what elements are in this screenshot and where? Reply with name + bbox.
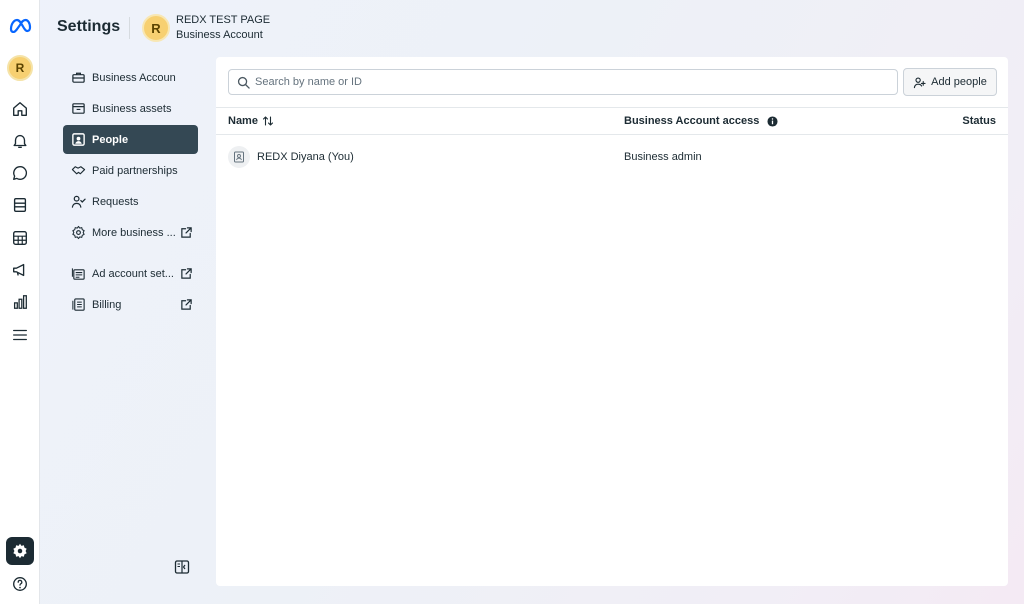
person-access: Business admin (624, 151, 702, 163)
add-people-label: Add people (931, 76, 987, 88)
nav-item-business-account[interactable]: Business Accoun (63, 63, 198, 92)
search-box[interactable] (228, 69, 898, 95)
table-header: Name Business Account access Status (216, 107, 1008, 135)
person-avatar (228, 146, 250, 168)
external-link-icon (181, 268, 192, 279)
account-avatar[interactable]: R (6, 54, 34, 82)
person-name: REDX Diyana (You) (257, 151, 354, 163)
sort-icon (262, 116, 274, 126)
column-header-name[interactable]: Name (228, 115, 274, 127)
external-link-icon (181, 299, 192, 310)
nav-item-ad-account-settings[interactable]: Ad account set... (63, 259, 198, 288)
nav-item-label: People (92, 133, 129, 146)
external-link-icon (181, 227, 192, 238)
home-icon[interactable] (6, 95, 34, 123)
handshake-icon (70, 163, 86, 179)
people-panel: Add people Name Business Account access … (216, 57, 1008, 586)
pages-icon[interactable] (6, 191, 34, 219)
billing-icon (70, 297, 86, 313)
nav-item-label: Ad account set... (92, 267, 174, 280)
page-title: Settings (57, 18, 121, 35)
business-account-name[interactable]: REDX TEST PAGE (176, 14, 270, 26)
business-avatar[interactable]: R (142, 14, 170, 42)
gear-icon (70, 225, 86, 241)
left-rail: R (0, 0, 40, 604)
table-row[interactable]: REDX Diyana (You) Business admin (216, 145, 1008, 171)
column-header-access: Business Account access (624, 115, 778, 127)
business-account-type: Business Account (176, 29, 263, 41)
nav-item-label: Business Accoun (92, 71, 176, 84)
collapse-sidebar-icon[interactable] (174, 559, 190, 575)
table-icon[interactable] (6, 224, 34, 252)
nav-item-label: Paid partnerships (92, 164, 178, 177)
column-header-status: Status (962, 115, 996, 127)
person-check-icon (70, 194, 86, 210)
bar-chart-icon[interactable] (6, 288, 34, 316)
nav-item-more-business-settings[interactable]: More business ... (63, 218, 198, 247)
id-card-icon (234, 151, 244, 163)
help-icon[interactable] (6, 570, 34, 598)
gear-icon[interactable] (6, 537, 34, 565)
nav-item-label: Billing (92, 298, 122, 311)
archive-box-icon (70, 101, 86, 117)
nav-item-label: Business assets (92, 102, 172, 115)
nav-item-label: Requests (92, 195, 139, 208)
nav-item-people[interactable]: People (63, 125, 198, 154)
megaphone-icon[interactable] (6, 256, 34, 284)
meta-logo-icon[interactable] (6, 11, 34, 39)
nav-item-billing[interactable]: Billing (63, 290, 198, 319)
add-person-icon (913, 76, 926, 88)
search-input[interactable] (255, 76, 897, 88)
header-divider (129, 17, 130, 39)
chat-icon[interactable] (6, 159, 34, 187)
bell-icon[interactable] (6, 127, 34, 155)
nav-item-label: More business ... (92, 226, 176, 239)
add-people-button[interactable]: Add people (903, 68, 997, 96)
nav-item-paid-partnerships[interactable]: Paid partnerships (63, 156, 198, 185)
search-icon (237, 76, 250, 89)
briefcase-icon (70, 70, 86, 86)
menu-icon[interactable] (6, 321, 34, 349)
people-badge-icon (70, 132, 86, 148)
nav-item-business-assets[interactable]: Business assets (63, 94, 198, 123)
info-icon[interactable] (767, 115, 778, 127)
ad-account-icon (70, 266, 86, 282)
nav-item-requests[interactable]: Requests (63, 187, 198, 216)
